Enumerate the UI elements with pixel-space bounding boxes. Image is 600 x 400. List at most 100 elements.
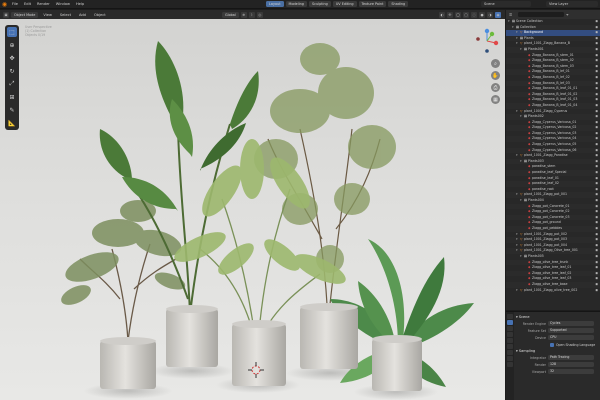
filter-icon[interactable]: ⏷ bbox=[566, 13, 569, 17]
render-tab-icon[interactable] bbox=[507, 320, 513, 325]
viewport-samples-field[interactable]: 32 bbox=[548, 369, 594, 374]
transform-tool-icon[interactable]: ⊞ bbox=[7, 92, 17, 102]
sampling-section-label: Sampling bbox=[518, 349, 536, 353]
outliner-row-label: Ziagg_Cyperus_Varicosa_02 bbox=[532, 125, 577, 130]
integrator-dropdown[interactable]: Path Tracing bbox=[548, 355, 594, 360]
outliner-row-label: Ziagg_Banana_B_lef_03 bbox=[532, 80, 570, 85]
shading-wireframe-icon[interactable]: ◌ bbox=[471, 11, 477, 18]
modifier-tab-icon[interactable] bbox=[507, 356, 513, 361]
menu-edit[interactable]: Edit bbox=[21, 2, 34, 6]
outliner-row-label: paradise_leaf_02 bbox=[532, 181, 559, 186]
outliner-row-label: Plants005 bbox=[528, 253, 544, 258]
outliner-row-label: Ziagg_Cyperus_Varicosa_05 bbox=[532, 142, 577, 147]
outliner-row-label: Ziagg_pot_pebbles bbox=[532, 225, 563, 230]
viewport-menu-select[interactable]: Select bbox=[57, 13, 74, 17]
viewport-menu-object[interactable]: Object bbox=[91, 13, 109, 17]
rotate-tool-icon[interactable]: ↻ bbox=[7, 66, 17, 76]
scene-section-label: Scene bbox=[518, 315, 530, 319]
outliner-row-label: Collection bbox=[520, 24, 536, 29]
shading-solid-icon[interactable]: ● bbox=[479, 11, 485, 18]
outliner-tree: ▾ ▤Scene Collection ◉ ▾ ▤Collection ◉ ▾ ▽ Backgr… bbox=[506, 19, 600, 293]
outliner-display-icon[interactable]: ☰ bbox=[509, 13, 512, 17]
outliner-row-label: Plants003 bbox=[528, 158, 544, 163]
scene-tab-icon[interactable] bbox=[507, 338, 513, 343]
orientation-selector[interactable]: Global bbox=[222, 11, 239, 18]
menu-render[interactable]: Render bbox=[34, 2, 53, 6]
visibility-icon[interactable]: ◐ bbox=[439, 11, 445, 18]
navigation-gizmo[interactable] bbox=[474, 28, 500, 54]
workspace-tab-modeling[interactable]: Modeling bbox=[285, 1, 307, 7]
workspace-tab-shading[interactable]: Shading bbox=[388, 1, 409, 7]
outliner-row-label: Plants bbox=[524, 35, 534, 40]
outliner-row-label: Scene Collection bbox=[516, 19, 543, 23]
output-tab-icon[interactable] bbox=[507, 326, 513, 331]
blender-logo-icon[interactable]: ◉ bbox=[0, 0, 9, 9]
zoom-icon[interactable]: ⌕ bbox=[491, 59, 500, 68]
editor-type-icon[interactable]: ▣ bbox=[3, 11, 9, 18]
outliner-row-label: plant_1001_Ziagg_pot_004 bbox=[524, 242, 567, 247]
shading-rendered-icon[interactable]: ◉ bbox=[495, 11, 501, 18]
visibility-eye-icon[interactable]: ◉ bbox=[595, 288, 598, 294]
measure-tool-icon[interactable]: 📐 bbox=[7, 118, 17, 128]
outliner-search-input[interactable] bbox=[518, 12, 565, 17]
camera-view-icon[interactable]: ⎙ bbox=[491, 83, 500, 92]
osl-checkbox[interactable] bbox=[550, 342, 554, 347]
integrator-row: Integrator Path Tracing bbox=[516, 354, 600, 361]
select-box-tool-icon[interactable]: ⬚ bbox=[7, 27, 17, 37]
tool-tab-icon[interactable] bbox=[507, 314, 513, 319]
outliner-row[interactable]: ▾ ▽ plant_1001_Ziagg_olive_tree_002 ◉ bbox=[506, 288, 600, 294]
annotate-tool-icon[interactable]: ✎ bbox=[7, 105, 17, 115]
integrator-label: Integrator bbox=[530, 355, 546, 360]
device-dropdown[interactable]: CPU bbox=[548, 335, 594, 340]
workspace-tab-sculpting[interactable]: Sculpting bbox=[308, 1, 331, 7]
3d-viewport[interactable]: User Perspective (1) Collection Objects … bbox=[0, 19, 505, 400]
view-layer-selector[interactable]: View Layer bbox=[546, 1, 598, 7]
scale-tool-icon[interactable]: ⤢ bbox=[7, 79, 17, 89]
outliner-row-label: Ziagg_olive_tree_trunk bbox=[532, 259, 569, 264]
material-tab-icon[interactable] bbox=[507, 362, 513, 367]
render-samples-label: Render bbox=[534, 362, 546, 367]
move-tool-icon[interactable]: ✥ bbox=[7, 53, 17, 63]
shading-material-icon[interactable]: ◑ bbox=[487, 11, 493, 18]
menu-help[interactable]: Help bbox=[73, 2, 87, 6]
perspective-toggle-icon[interactable]: ▦ bbox=[491, 95, 500, 104]
cursor-tool-icon[interactable]: ⊕ bbox=[7, 40, 17, 50]
outliner-row-label: Ziagg_Cyperus_Varicosa_06 bbox=[532, 147, 577, 152]
proportional-edit-icon[interactable]: ◎ bbox=[256, 11, 263, 18]
viewport-header: ▣ Object Mode View Select Add Object Global… bbox=[0, 10, 505, 19]
outliner-row-label: paradise_leaf_01 bbox=[532, 175, 559, 180]
menu-file[interactable]: File bbox=[9, 2, 21, 6]
outliner-row-label: Ziagg_Banana_B_leaf_01_01 bbox=[532, 86, 578, 91]
top-menu-bar: ◉ File Edit Render Window Help Layout Modelin… bbox=[0, 0, 600, 9]
outliner-row-label: Ziagg_pot_Concrete_02 bbox=[532, 209, 570, 214]
workspace-tab-texture-paint[interactable]: Texture Paint bbox=[358, 1, 387, 7]
render-samples-field[interactable]: 128 bbox=[548, 362, 594, 367]
scene-selector[interactable]: Scene bbox=[481, 1, 531, 7]
pivot-icon[interactable]: ⊕ bbox=[240, 11, 247, 18]
render-engine-row: Render Engine Cycles bbox=[516, 320, 600, 327]
menu-window[interactable]: Window bbox=[53, 2, 73, 6]
feature-set-dropdown[interactable]: Supported bbox=[548, 328, 594, 333]
snap-icon[interactable]: ⌇ bbox=[248, 11, 255, 18]
gizmo-toggle-icon[interactable]: ✣ bbox=[447, 11, 453, 18]
workspace-tab-layout[interactable]: Layout bbox=[266, 1, 284, 7]
render-engine-dropdown[interactable]: Cycles bbox=[548, 321, 594, 326]
xray-icon[interactable]: ▢ bbox=[463, 11, 469, 18]
view-layer-tab-icon[interactable] bbox=[507, 332, 513, 337]
viewport-info-line: Objects 0/19 bbox=[25, 33, 46, 38]
outliner-row-label: Ziagg_olive_tree_base bbox=[532, 281, 568, 286]
outliner-row-label: Ziagg_Banana_B_lef_02 bbox=[532, 74, 570, 79]
y-axis-icon bbox=[489, 31, 495, 37]
outliner-row-label: Ziagg_Banana_B_stem_03 bbox=[532, 63, 574, 68]
mode-selector[interactable]: Object Mode bbox=[11, 11, 39, 18]
world-tab-icon[interactable] bbox=[507, 344, 513, 349]
outliner-row-label: plant_1001_Ziagg_pot_003 bbox=[524, 237, 567, 242]
outliner-row-label: plant_1001_Ziagg_Olive_tree_001 bbox=[524, 248, 578, 253]
render-samples-row: Render 128 bbox=[516, 361, 600, 368]
viewport-menu-view[interactable]: View bbox=[40, 13, 55, 17]
workspace-tab-uv-editing[interactable]: UV Editing bbox=[332, 1, 357, 7]
overlay-icon[interactable]: ◯ bbox=[455, 11, 461, 18]
object-tab-icon[interactable] bbox=[507, 350, 513, 355]
pan-hand-icon[interactable]: ✋ bbox=[491, 71, 500, 80]
viewport-menu-add[interactable]: Add bbox=[76, 13, 89, 17]
